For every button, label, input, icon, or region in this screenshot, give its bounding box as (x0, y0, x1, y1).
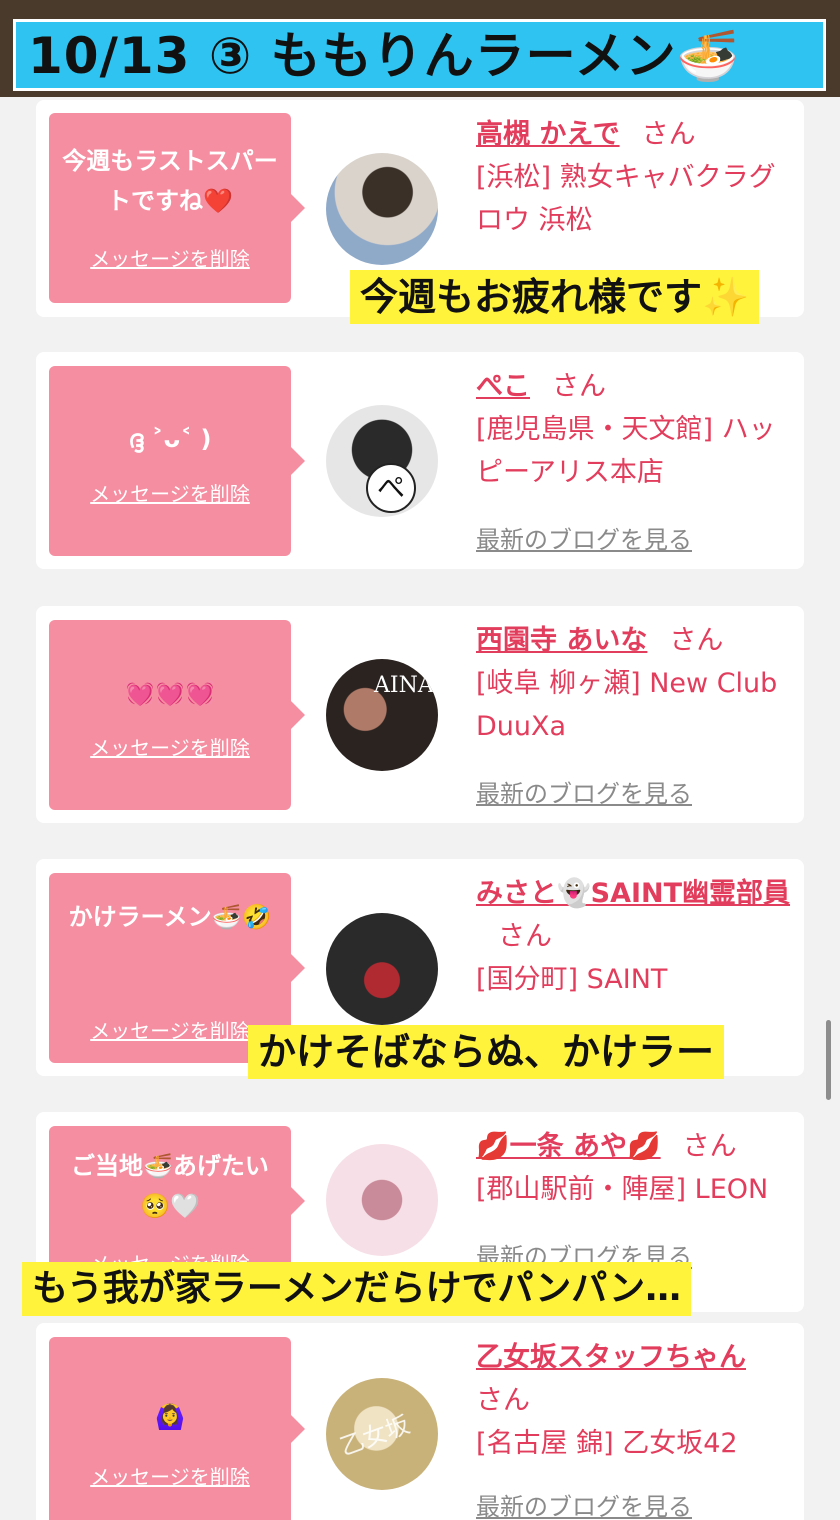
profile-info: 西園寺 あいな さん [岐阜 柳ヶ瀬] New Club DuuXa (476, 619, 796, 748)
message-text: 🙆‍♀️ (155, 1403, 185, 1431)
delete-message-link[interactable]: メッセージを削除 (49, 478, 291, 507)
message-text: 💓💓💓 (125, 679, 215, 707)
honorific: さん (498, 921, 552, 952)
profile-info: ぺこ さん [鹿児島県・天文館] ハッピーアリス本店 (476, 365, 796, 494)
shop-info: [名古屋 錦] 乙女坂42 (476, 1428, 738, 1459)
video-caption: もう我が家ラーメンだらけでパンパン… (22, 1262, 692, 1316)
profile-info: 高槻 かえで さん [浜松] 熟女キャバクラグロウ 浜松 (476, 113, 796, 242)
message-text: ദ്ദ ˃ᴗ˂ ) (128, 425, 212, 453)
message-card: 💓💓💓 メッセージを削除 AINA 西園寺 あいな さん [岐阜 柳ヶ瀬] New… (36, 606, 804, 823)
profile-name-link[interactable]: ぺこ (476, 371, 530, 402)
honorific: さん (552, 371, 606, 402)
message-bubble: 🙆‍♀️ メッセージを削除 (49, 1337, 305, 1520)
delete-message-link[interactable]: メッセージを削除 (49, 732, 291, 761)
message-text: ご当地🍜あげたい🥺🤍 (71, 1152, 269, 1220)
shop-info: [郡山駅前・陣屋] LEON (476, 1174, 769, 1205)
avatar[interactable]: ぺ (326, 405, 438, 517)
avatar[interactable] (326, 1144, 438, 1256)
avatar[interactable] (326, 153, 438, 265)
shop-info: [鹿児島県・天文館] ハッピーアリス本店 (476, 414, 776, 488)
profile-name-link[interactable]: 乙女坂スタッフちゃん (476, 1342, 746, 1373)
honorific: さん (682, 1131, 737, 1162)
profile-info: 乙女坂スタッフちゃん さん [名古屋 錦] 乙女坂42 (476, 1336, 796, 1465)
avatar[interactable]: AINA (326, 659, 438, 771)
profile-info: 💋一条 あや💋 さん [郡山駅前・陣屋] LEON (476, 1125, 796, 1211)
avatar[interactable]: 乙女坂 (326, 1378, 438, 1490)
avatar-badge: 乙女坂 (336, 1410, 414, 1462)
delete-message-link[interactable]: メッセージを削除 (49, 243, 291, 272)
latest-blog-link[interactable]: 最新のブログを見る (476, 774, 692, 809)
shop-info: [浜松] 熟女キャバクラグロウ 浜松 (476, 162, 776, 236)
profile-name-link[interactable]: 💋一条 あや💋 (476, 1131, 661, 1162)
avatar-badge: AINA (374, 673, 434, 698)
avatar[interactable] (326, 913, 438, 1025)
avatar-badge: ぺ (366, 463, 416, 513)
message-bubble: ご当地🍜あげたい🥺🤍 メッセージを削除 (49, 1126, 305, 1276)
shop-info: [国分町] SAINT (476, 964, 668, 995)
title-banner: 10/13 ③ ももりんラーメン🍜 (13, 19, 826, 91)
message-bubble: ദ്ദ ˃ᴗ˂ ) メッセージを削除 (49, 366, 305, 556)
honorific: さん (669, 625, 724, 656)
message-card: ദ്ദ ˃ᴗ˂ ) メッセージを削除 ぺ ぺこ さん [鹿児島県・天文館] ハッピ… (36, 352, 804, 569)
honorific: さん (476, 1385, 530, 1416)
delete-message-link[interactable]: メッセージを削除 (49, 1461, 291, 1490)
message-text: かけラーメン🍜🤣 (68, 903, 272, 931)
scrollbar[interactable] (826, 1020, 831, 1100)
profile-name-link[interactable]: 西園寺 あいな (476, 625, 647, 656)
message-bubble: 💓💓💓 メッセージを削除 (49, 620, 305, 810)
profile-name-link[interactable]: 高槻 かえで (476, 119, 620, 150)
latest-blog-link[interactable]: 最新のブログを見る (476, 520, 692, 555)
message-text: 今週もラストスパートですね❤️ (62, 147, 278, 215)
shop-info: [岐阜 柳ヶ瀬] New Club DuuXa (476, 668, 778, 742)
top-bar: 10/13 ③ ももりんラーメン🍜 (0, 0, 840, 97)
latest-blog-link[interactable]: 最新のブログを見る (476, 1487, 692, 1520)
video-caption: かけそばならぬ、かけラー (248, 1025, 725, 1079)
profile-info: みさと👻SAINT幽霊部員さん [国分町] SAINT (476, 872, 796, 1001)
honorific: さん (641, 119, 696, 150)
page-title: 10/13 ③ ももりんラーメン🍜 (28, 27, 740, 85)
profile-name-link[interactable]: みさと👻SAINT幽霊部員 (476, 878, 790, 909)
message-card: 🙆‍♀️ メッセージを削除 乙女坂 乙女坂スタッフちゃん さん [名古屋 錦] … (36, 1323, 804, 1520)
message-bubble: 今週もラストスパートですね❤️ メッセージを削除 (49, 113, 305, 303)
video-caption: 今週もお疲れ様です✨ (350, 270, 760, 324)
